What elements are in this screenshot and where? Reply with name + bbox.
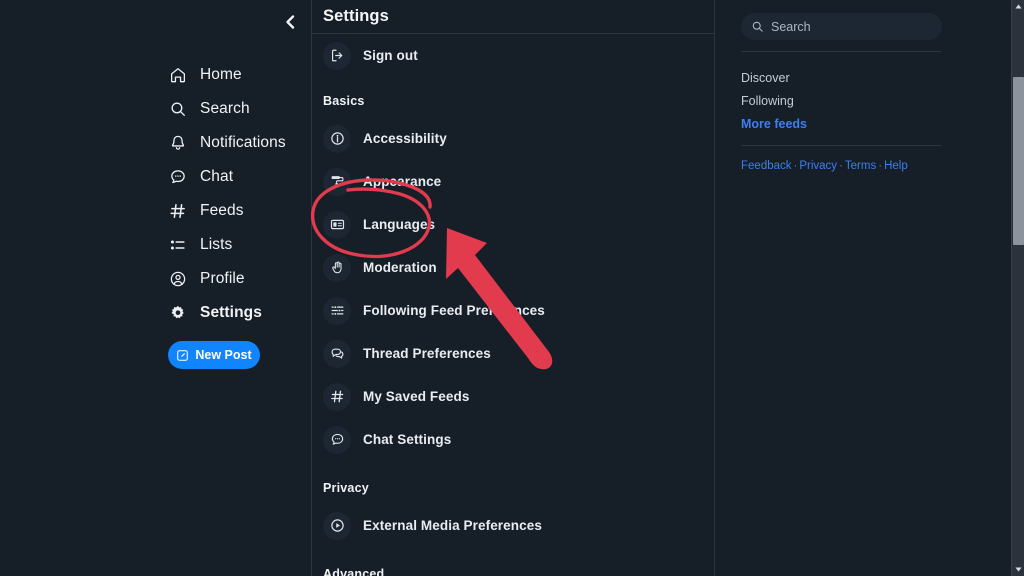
settings-row-label: Languages (363, 217, 436, 232)
compose-icon (176, 349, 189, 362)
app-window: Home Search Notifications Chat Feeds Lis… (0, 0, 1024, 576)
sidebar-item-label: Chat (200, 168, 234, 185)
user-circle-icon (168, 269, 188, 289)
sidebar-item-lists[interactable]: Lists (168, 228, 298, 262)
sidebar-item-home[interactable]: Home (168, 58, 298, 92)
link-more-feeds[interactable]: More feeds (741, 113, 971, 136)
settings-row-appearance[interactable]: Appearance (312, 160, 714, 203)
sidebar-item-profile[interactable]: Profile (168, 262, 298, 296)
hashtag-icon (168, 201, 188, 221)
triangle-down-icon[interactable] (1012, 563, 1024, 576)
settings-row-accessibility[interactable]: Accessibility (312, 117, 714, 160)
section-heading-privacy: Privacy (323, 481, 369, 495)
feed-links: Discover Following More feeds (741, 67, 971, 136)
chevron-left-icon[interactable] (278, 10, 302, 34)
nav-items: Home Search Notifications Chat Feeds Lis… (168, 58, 298, 330)
footer-links: Feedback · Privacy · Terms · Help (741, 160, 908, 172)
settings-row-label: Chat Settings (363, 432, 452, 447)
left-navigation: Home Search Notifications Chat Feeds Lis… (0, 0, 311, 576)
settings-row-languages[interactable]: Languages (312, 203, 714, 246)
section-heading-advanced: Advanced (323, 567, 385, 576)
sidebar-divider (741, 51, 941, 52)
list-icon (168, 235, 188, 255)
home-icon (168, 65, 188, 85)
sliders-icon (323, 296, 351, 325)
settings-row-label: My Saved Feeds (363, 389, 470, 404)
settings-row-thread-preferences[interactable]: Thread Preferences (312, 332, 714, 375)
new-post-button[interactable]: New Post (168, 341, 260, 369)
settings-panel: Settings Sign out Basics Accessibility A… (311, 0, 715, 576)
section-heading-basics: Basics (323, 94, 365, 108)
sidebar-item-label: Lists (200, 236, 233, 253)
settings-row-label: Moderation (363, 260, 437, 275)
link-terms[interactable]: Terms (845, 160, 876, 172)
new-post-label: New Post (195, 348, 252, 362)
link-help[interactable]: Help (884, 160, 908, 172)
sidebar-item-feeds[interactable]: Feeds (168, 194, 298, 228)
hashtag-icon (323, 382, 351, 411)
sidebar-item-label: Profile (200, 270, 245, 287)
link-discover[interactable]: Discover (741, 67, 971, 90)
gear-icon (168, 303, 188, 323)
chat-bubble-icon (168, 167, 188, 187)
sidebar-item-label: Home (200, 66, 242, 83)
language-card-icon (323, 210, 351, 239)
panel-header: Settings (312, 0, 714, 34)
search-input[interactable]: Search (741, 13, 942, 40)
right-sidebar: Search Discover Following More feeds Fee… (716, 0, 1024, 576)
search-placeholder: Search (771, 19, 811, 34)
threads-icon (323, 339, 351, 368)
sidebar-item-search[interactable]: Search (168, 92, 298, 126)
paint-roller-icon (323, 167, 351, 196)
triangle-up-icon[interactable] (1012, 0, 1024, 13)
settings-row-label: Appearance (363, 174, 442, 189)
sidebar-item-label: Search (200, 100, 250, 117)
footer-separator: · (878, 160, 883, 172)
sidebar-item-chat[interactable]: Chat (168, 160, 298, 194)
sidebar-item-notifications[interactable]: Notifications (168, 126, 298, 160)
accessibility-icon (323, 124, 351, 153)
page-scrollbar[interactable] (1011, 0, 1024, 576)
sidebar-item-label: Settings (200, 304, 262, 321)
settings-row-external-media-preferences[interactable]: External Media Preferences (312, 504, 714, 547)
settings-row-label: Accessibility (363, 131, 447, 146)
page-title: Settings (323, 7, 389, 25)
sidebar-divider (741, 145, 941, 146)
settings-row-label: Following Feed Preferences (363, 303, 545, 318)
link-feedback[interactable]: Feedback (741, 160, 792, 172)
sign-out-icon (323, 41, 351, 70)
sidebar-item-settings[interactable]: Settings (168, 296, 298, 330)
sidebar-item-label: Notifications (200, 134, 286, 151)
settings-row-my-saved-feeds[interactable]: My Saved Feeds (312, 375, 714, 418)
settings-row-moderation[interactable]: Moderation (312, 246, 714, 289)
bell-icon (168, 133, 188, 153)
settings-row-chat-settings[interactable]: Chat Settings (312, 418, 714, 461)
settings-list: Sign out Basics Accessibility Appearance… (312, 34, 714, 576)
settings-row-label: Sign out (363, 48, 418, 63)
settings-row-label: Thread Preferences (363, 346, 491, 361)
settings-row-label: External Media Preferences (363, 518, 542, 533)
play-circle-icon (323, 511, 351, 540)
search-icon (751, 20, 764, 33)
link-following[interactable]: Following (741, 90, 971, 113)
search-icon (168, 99, 188, 119)
chat-bubble-icon (323, 425, 351, 454)
link-privacy[interactable]: Privacy (799, 160, 837, 172)
footer-separator: · (793, 160, 798, 172)
scrollbar-thumb[interactable] (1013, 77, 1024, 245)
settings-row-sign-out[interactable]: Sign out (312, 34, 714, 77)
footer-separator: · (839, 160, 843, 172)
sidebar-item-label: Feeds (200, 202, 244, 219)
settings-row-following-feed-preferences[interactable]: Following Feed Preferences (312, 289, 714, 332)
hand-raised-icon (323, 253, 351, 282)
